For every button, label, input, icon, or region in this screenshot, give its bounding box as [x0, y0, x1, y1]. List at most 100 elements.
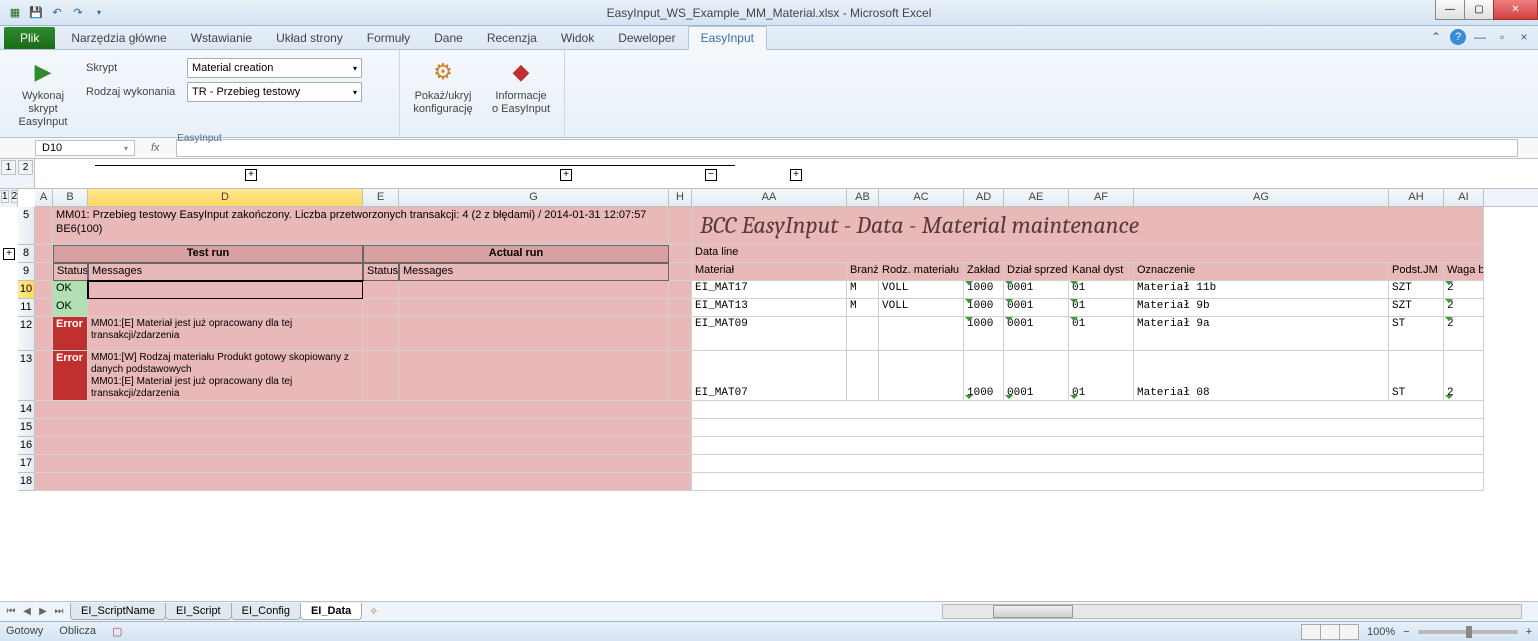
tab-data[interactable]: Dane: [422, 27, 475, 49]
tab-insert[interactable]: Wstawianie: [179, 27, 264, 49]
cells-area[interactable]: MM01: Przebieg testowy EasyInput zakończ…: [35, 207, 1538, 491]
sheet-first-icon[interactable]: ⏮: [4, 606, 18, 617]
group-label: EasyInput: [8, 131, 391, 146]
col-AC[interactable]: AC: [879, 189, 964, 206]
grid-row-12: Error MM01:[E] Materiał jest już opracow…: [35, 317, 1538, 351]
row-16[interactable]: 16: [18, 437, 35, 455]
view-layout-button[interactable]: [1320, 624, 1340, 640]
workbook-restore-icon[interactable]: ▫: [1494, 29, 1510, 45]
col-AE[interactable]: AE: [1004, 189, 1069, 206]
redo-icon[interactable]: ↷: [69, 4, 87, 22]
row-outline-1[interactable]: 1: [1, 190, 9, 203]
row-5[interactable]: 5: [18, 207, 35, 245]
outline-collapse-1[interactable]: +: [245, 169, 257, 181]
row-expand-8[interactable]: +: [3, 248, 15, 260]
minimize-button[interactable]: —: [1435, 0, 1465, 20]
toggle-config-button[interactable]: ⚙ Pokaż/ukryj konfigurację: [408, 54, 478, 120]
workbook-close-icon[interactable]: ×: [1516, 29, 1532, 45]
row-headers: 5 8 9 10 11 12 13 14 15 16 17 18: [18, 207, 35, 491]
col-B[interactable]: B: [53, 189, 88, 206]
col-outline-2[interactable]: 2: [18, 160, 33, 175]
col-A[interactable]: A: [35, 189, 53, 206]
col-E[interactable]: E: [363, 189, 399, 206]
column-headers: A B D E G H AA AB AC AD AE AF AG AH AI: [35, 189, 1538, 207]
row-9[interactable]: 9: [18, 263, 35, 281]
macro-record-icon[interactable]: ▢: [112, 625, 122, 638]
grid-row-10: OK EI_MAT17 M VOLL 1000 0001 01 Materiał…: [35, 281, 1538, 299]
row-12[interactable]: 12: [18, 317, 35, 351]
row-15[interactable]: 15: [18, 419, 35, 437]
zoom-in-icon[interactable]: +: [1526, 626, 1532, 638]
sheet-tab-script[interactable]: EI_Script: [165, 603, 232, 620]
file-tab[interactable]: Plik: [4, 27, 55, 49]
sheet-last-icon[interactable]: ⏭: [52, 606, 66, 617]
zoom-level[interactable]: 100%: [1367, 626, 1395, 638]
row-14[interactable]: 14: [18, 401, 35, 419]
sheet-tab-config[interactable]: EI_Config: [231, 603, 301, 620]
col-D[interactable]: D: [88, 189, 363, 206]
scrollbar-thumb[interactable]: [993, 605, 1073, 618]
zoom-slider[interactable]: [1418, 630, 1518, 634]
rodzaj-label: Rodzaj wykonania: [86, 86, 181, 98]
new-sheet-icon[interactable]: ✧: [361, 605, 386, 618]
outline-collapse-4[interactable]: +: [790, 169, 802, 181]
tab-developer[interactable]: Deweloper: [606, 27, 687, 49]
row-8[interactable]: 8: [18, 245, 35, 263]
col-outline-1[interactable]: 1: [1, 160, 16, 175]
col-AG[interactable]: AG: [1134, 189, 1389, 206]
col-AA[interactable]: AA: [692, 189, 847, 206]
help-icon[interactable]: ?: [1450, 29, 1466, 45]
sheet-tab-scriptname[interactable]: EI_ScriptName: [70, 603, 166, 620]
col-H[interactable]: H: [669, 189, 692, 206]
col-G[interactable]: G: [399, 189, 669, 206]
sheet-next-icon[interactable]: ▶: [36, 606, 50, 617]
row-outline-buttons: +: [0, 207, 18, 263]
execute-script-button[interactable]: ▶ Wykonaj skrypt EasyInput: [8, 54, 78, 131]
undo-icon[interactable]: ↶: [48, 4, 66, 22]
rodzaj-select[interactable]: TR - Przebieg testowy▾: [187, 82, 362, 102]
row-11[interactable]: 11: [18, 299, 35, 317]
grid-row-9: Status Messages Status Messages Materiał…: [35, 263, 1538, 281]
minimize-ribbon-icon[interactable]: ⌃: [1428, 29, 1444, 45]
row-17[interactable]: 17: [18, 455, 35, 473]
outline-collapse-3[interactable]: −: [705, 169, 717, 181]
tab-home[interactable]: Narzędzia główne: [59, 27, 178, 49]
status-message: MM01: Przebieg testowy EasyInput zakończ…: [53, 207, 669, 245]
horizontal-scrollbar[interactable]: [942, 604, 1522, 619]
qat-dropdown-icon[interactable]: ▾: [90, 4, 108, 22]
worksheet-grid[interactable]: 12 + + − + 12 A B D E G H AA AB AC AD AE…: [0, 159, 1538, 599]
close-button[interactable]: ✕: [1493, 0, 1538, 20]
tab-view[interactable]: Widok: [549, 27, 606, 49]
maximize-button[interactable]: ▢: [1464, 0, 1494, 20]
col-AH[interactable]: AH: [1389, 189, 1444, 206]
tab-review[interactable]: Recenzja: [475, 27, 549, 49]
tab-formulas[interactable]: Formuły: [355, 27, 422, 49]
chevron-down-icon: ▾: [353, 64, 357, 73]
sheet-prev-icon[interactable]: ◀: [20, 606, 34, 617]
row-13[interactable]: 13: [18, 351, 35, 401]
sheet-tab-data[interactable]: EI_Data: [300, 603, 362, 620]
col-AB[interactable]: AB: [847, 189, 879, 206]
view-pagebreak-button[interactable]: [1339, 624, 1359, 640]
zoom-out-icon[interactable]: −: [1403, 626, 1409, 638]
outline-collapse-2[interactable]: +: [560, 169, 572, 181]
tab-layout[interactable]: Układ strony: [264, 27, 355, 49]
col-AF[interactable]: AF: [1069, 189, 1134, 206]
row-outline-2[interactable]: 2: [11, 190, 19, 203]
view-normal-button[interactable]: [1301, 624, 1321, 640]
row-18[interactable]: 18: [18, 473, 35, 491]
skrypt-select[interactable]: Material creation▾: [187, 58, 362, 78]
active-cell[interactable]: [88, 281, 363, 299]
save-icon[interactable]: 💾: [27, 4, 45, 22]
chevron-down-icon: ▾: [353, 88, 357, 97]
grid-row-17: [35, 455, 1538, 473]
tab-easyinput[interactable]: EasyInput: [688, 26, 767, 50]
status-ok: OK: [53, 281, 88, 299]
workbook-minimize-icon[interactable]: —: [1472, 29, 1488, 45]
col-AD[interactable]: AD: [964, 189, 1004, 206]
column-outline-area: + + − +: [35, 159, 1538, 189]
row-10[interactable]: 10: [18, 281, 35, 299]
col-AI[interactable]: AI: [1444, 189, 1484, 206]
hdr-status1: Status: [53, 263, 88, 281]
info-button[interactable]: ◆ Informacje o EasyInput: [486, 54, 556, 120]
